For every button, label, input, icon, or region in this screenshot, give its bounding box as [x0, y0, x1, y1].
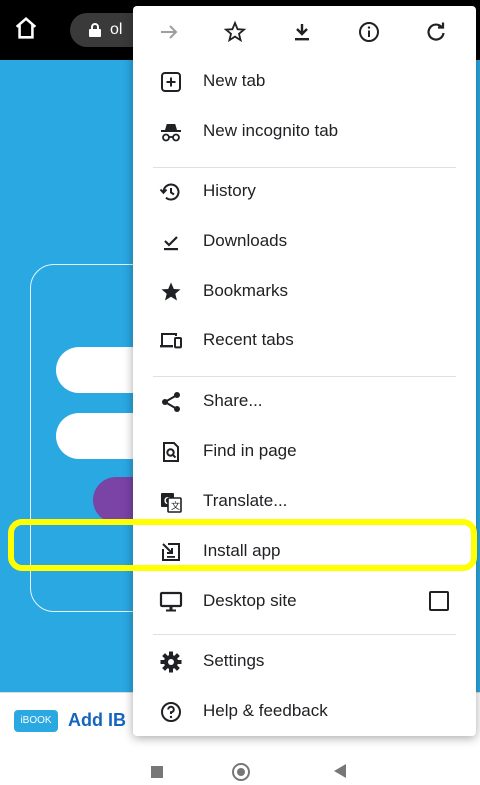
menu-item-desktop-site[interactable]: Desktop site: [133, 578, 476, 626]
recents-icon[interactable]: [151, 766, 163, 778]
menu-item-bookmarks[interactable]: Bookmarks: [133, 268, 476, 316]
incognito-icon: [159, 120, 183, 144]
help-icon: [159, 700, 183, 724]
downloads-icon: [159, 230, 183, 254]
download-icon[interactable]: [290, 20, 314, 44]
android-nav-bar: [0, 748, 480, 785]
menu-item-new-incognito-tab[interactable]: New incognito tab: [133, 108, 476, 156]
history-icon: [159, 180, 183, 204]
menu-divider: [153, 376, 456, 377]
home-circle-icon[interactable]: [232, 763, 250, 781]
settings-icon: [159, 650, 183, 674]
svg-text:文: 文: [171, 500, 180, 511]
menu-item-label: New tab: [203, 71, 266, 90]
ibook-logo: iBOOK: [14, 710, 58, 732]
url-text: ol: [110, 21, 123, 38]
menu-item-label: Desktop site: [203, 591, 297, 610]
lock-icon: [88, 22, 102, 38]
refresh-icon[interactable]: [424, 20, 448, 44]
install-app-highlight: [8, 519, 477, 571]
forward-icon[interactable]: [157, 20, 181, 44]
devices-icon: [159, 329, 183, 353]
menu-item-label: Help & feedback: [203, 701, 328, 720]
menu-item-label: Share...: [203, 391, 263, 410]
menu-item-label: Settings: [203, 651, 265, 670]
menu-item-settings[interactable]: Settings: [133, 638, 476, 686]
back-icon[interactable]: [334, 764, 346, 778]
menu-item-label: New incognito tab: [203, 121, 339, 140]
menu-item-label: Recent tabs: [203, 330, 294, 349]
menu-item-label: History: [203, 181, 256, 200]
chrome-overflow-menu: New tab New incognito tab History Downlo…: [133, 6, 476, 736]
menu-item-find-in-page[interactable]: Find in page: [133, 428, 476, 476]
menu-item-label: Translate...: [203, 491, 288, 510]
menu-item-help-feedback[interactable]: Help & feedback: [133, 688, 476, 736]
menu-divider: [153, 634, 456, 635]
find-icon: [159, 440, 183, 464]
menu-toolbar: [133, 6, 476, 58]
menu-item-label: Find in page: [203, 441, 297, 460]
menu-item-history[interactable]: History: [133, 168, 476, 216]
add-banner-label[interactable]: Add IB: [68, 710, 126, 731]
info-icon[interactable]: [357, 20, 381, 44]
menu-item-downloads[interactable]: Downloads: [133, 218, 476, 266]
desktop-icon: [159, 590, 183, 614]
menu-item-new-tab[interactable]: New tab: [133, 58, 476, 106]
share-icon: [159, 390, 183, 414]
star-icon[interactable]: [223, 20, 247, 44]
desktop-site-checkbox[interactable]: [429, 591, 449, 611]
plus-square-icon: [159, 70, 183, 94]
menu-item-label: Bookmarks: [203, 281, 289, 300]
menu-item-recent-tabs[interactable]: Recent tabs: [133, 317, 476, 365]
home-icon[interactable]: [12, 14, 40, 42]
translate-icon: G文: [159, 490, 183, 514]
menu-item-label: Downloads: [203, 231, 288, 250]
bookmark-star-icon: [159, 280, 183, 304]
menu-item-share[interactable]: Share...: [133, 378, 476, 426]
